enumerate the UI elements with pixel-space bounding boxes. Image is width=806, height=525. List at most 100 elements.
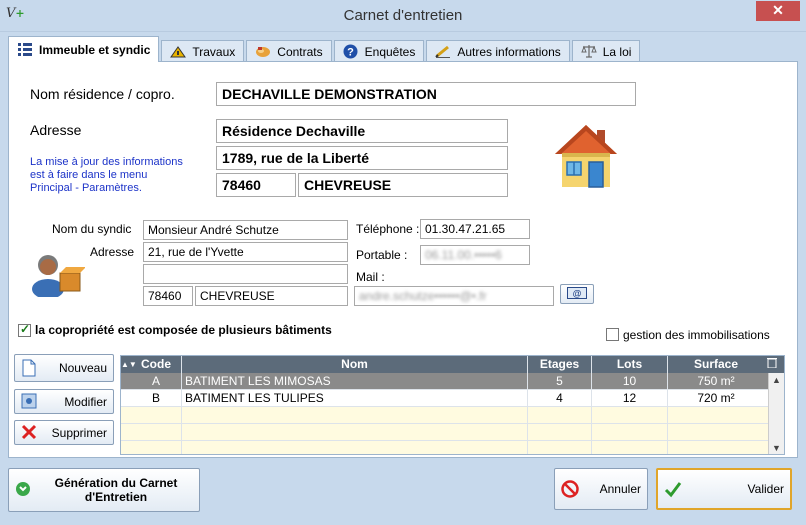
construction-icon <box>170 44 187 60</box>
syndic-address-label: Adresse <box>90 245 135 259</box>
mail-label: Mail : <box>356 270 385 284</box>
mobile-value: 06.11.00.•••••6 <box>425 248 502 262</box>
grid-header: ▲▼ Code Nom Etages Lots Surface <box>121 356 784 373</box>
empty-row[interactable] <box>121 424 784 441</box>
handshake-icon <box>255 44 271 60</box>
tab-contrats[interactable]: Contrats <box>246 40 332 62</box>
multi-buildings-label: la copropriété est composée de plusieurs… <box>35 323 332 337</box>
cell-nom: BATIMENT LES TULIPES <box>182 390 528 406</box>
window-title: Carnet d'entretien <box>343 7 463 24</box>
sort-arrows-icon[interactable]: ▲▼ <box>121 356 137 373</box>
edit-button-label: Modifier <box>64 394 107 409</box>
column-code[interactable]: Code <box>131 356 182 373</box>
tab-strip: Immeuble et syndic Travaux Contrats ? En… <box>8 36 642 62</box>
immobilisations-label: gestion des immobilisations <box>623 328 770 342</box>
tab-label: Contrats <box>277 44 323 59</box>
residence-name-field[interactable]: DECHAVILLE DEMONSTRATION <box>216 82 636 106</box>
residence-name-label: Nom résidence / copro. <box>30 86 175 102</box>
send-mail-button[interactable]: @ <box>560 284 594 304</box>
cell-etages: 5 <box>528 373 592 389</box>
generate-carnet-button[interactable]: Génération du Carnet d'Entretien <box>8 468 200 512</box>
checkmark-icon <box>664 480 682 498</box>
delete-x-icon <box>21 424 39 442</box>
cancel-button[interactable]: Annuler <box>554 468 648 510</box>
delete-button[interactable]: Supprimer <box>14 420 114 445</box>
house-icon <box>553 122 619 190</box>
grid-icon <box>17 42 33 58</box>
cell-lots: 10 <box>592 373 668 389</box>
generate-button-label: Génération du Carnet d'Entretien <box>54 476 178 504</box>
syndic-postcode[interactable]: 78460 <box>143 286 193 306</box>
edit-button[interactable]: Modifier <box>14 389 114 414</box>
tab-label: Travaux <box>192 44 236 59</box>
tab-enquetes[interactable]: ? Enquêtes <box>333 40 425 62</box>
new-button-label: Nouveau <box>58 361 107 375</box>
validate-button-label: Valider <box>747 482 784 496</box>
validate-button[interactable]: Valider <box>656 468 792 510</box>
cell-surface: 750 m² <box>697 374 735 388</box>
parameters-note: La mise à jour des informations est à fa… <box>30 156 183 194</box>
scales-icon <box>581 44 597 60</box>
phone-label: Téléphone : <box>356 222 420 236</box>
grid-scrollbar[interactable]: ▲ ▼ <box>768 373 784 454</box>
syndic-address-line1[interactable]: 21, rue de l'Yvette <box>143 242 348 262</box>
go-arrow-icon <box>15 481 33 499</box>
cell-etages: 4 <box>528 390 592 406</box>
help-icon: ? <box>343 44 359 60</box>
trash-icon[interactable] <box>764 356 780 373</box>
column-surface[interactable]: Surface <box>668 356 764 373</box>
syndic-name-field[interactable]: Monsieur André Schutze <box>143 220 348 240</box>
svg-text:?: ? <box>347 46 354 58</box>
pencil-icon <box>435 44 451 60</box>
multi-buildings-checkbox[interactable] <box>18 322 31 337</box>
table-row[interactable]: B BATIMENT LES TULIPES 4 12 720 m² <box>121 390 784 407</box>
column-nom[interactable]: Nom <box>182 356 528 373</box>
tab-autres-informations[interactable]: Autres informations <box>426 40 570 62</box>
scroll-down-icon[interactable]: ▼ <box>769 441 784 454</box>
new-button[interactable]: Nouveau <box>14 354 114 382</box>
scroll-up-icon[interactable]: ▲ <box>769 373 784 387</box>
mail-value: andre.schutze••••••@•.fr <box>359 289 487 303</box>
buildings-grid[interactable]: ▲▼ Code Nom Etages Lots Surface A BATIME… <box>120 355 785 455</box>
immobilisations-checkbox[interactable] <box>606 328 619 341</box>
tab-label: Autres informations <box>457 44 561 59</box>
tab-label: La loi <box>602 44 632 59</box>
syndic-address-line2[interactable] <box>143 264 348 284</box>
residence-city[interactable]: CHEVREUSE <box>298 173 508 197</box>
cell-lots: 12 <box>592 390 668 406</box>
syndic-city[interactable]: CHEVREUSE <box>195 286 348 306</box>
cancel-button-label: Annuler <box>599 482 641 496</box>
empty-row[interactable] <box>121 441 784 454</box>
syndic-name-label: Nom du syndic <box>52 222 132 236</box>
new-document-icon <box>21 359 39 377</box>
empty-row[interactable] <box>121 407 784 424</box>
mobile-label: Portable : <box>356 248 408 262</box>
mail-field[interactable]: andre.schutze••••••@•.fr <box>354 286 554 306</box>
tab-immeuble-syndic[interactable]: Immeuble et syndic <box>8 36 160 62</box>
edit-icon <box>21 393 39 411</box>
table-row[interactable]: A BATIMENT LES MIMOSAS 5 10 750 m² <box>121 373 784 390</box>
column-lots[interactable]: Lots <box>592 356 668 373</box>
cell-code: A <box>131 373 182 389</box>
tab-la-loi[interactable]: La loi <box>571 40 641 62</box>
phone-field[interactable]: 01.30.47.21.65 <box>420 219 530 239</box>
residence-address-label: Adresse <box>30 122 82 138</box>
tab-label: Immeuble et syndic <box>39 42 151 57</box>
delete-button-label: Supprimer <box>51 425 107 440</box>
tab-travaux[interactable]: Travaux <box>161 40 245 62</box>
residence-address-line1[interactable]: Résidence Dechaville <box>216 119 508 143</box>
envelope-icon: @ <box>567 286 587 302</box>
cell-surface: 720 m² <box>697 391 735 405</box>
cell-code: B <box>131 390 182 406</box>
no-entry-icon <box>561 480 579 498</box>
title-bar: V+ Carnet d'entretien ✕ <box>0 0 806 32</box>
mobile-field[interactable]: 06.11.00.•••••6 <box>420 245 530 265</box>
residence-postcode[interactable]: 78460 <box>216 173 296 197</box>
svg-text:@: @ <box>573 288 582 298</box>
column-etages[interactable]: Etages <box>528 356 592 373</box>
cell-nom: BATIMENT LES MIMOSAS <box>182 373 528 389</box>
close-button[interactable]: ✕ <box>756 1 800 21</box>
tab-label: Enquêtes <box>364 44 416 59</box>
residence-address-line2[interactable]: 1789, rue de la Liberté <box>216 146 508 170</box>
syndic-person-icon <box>30 247 86 299</box>
